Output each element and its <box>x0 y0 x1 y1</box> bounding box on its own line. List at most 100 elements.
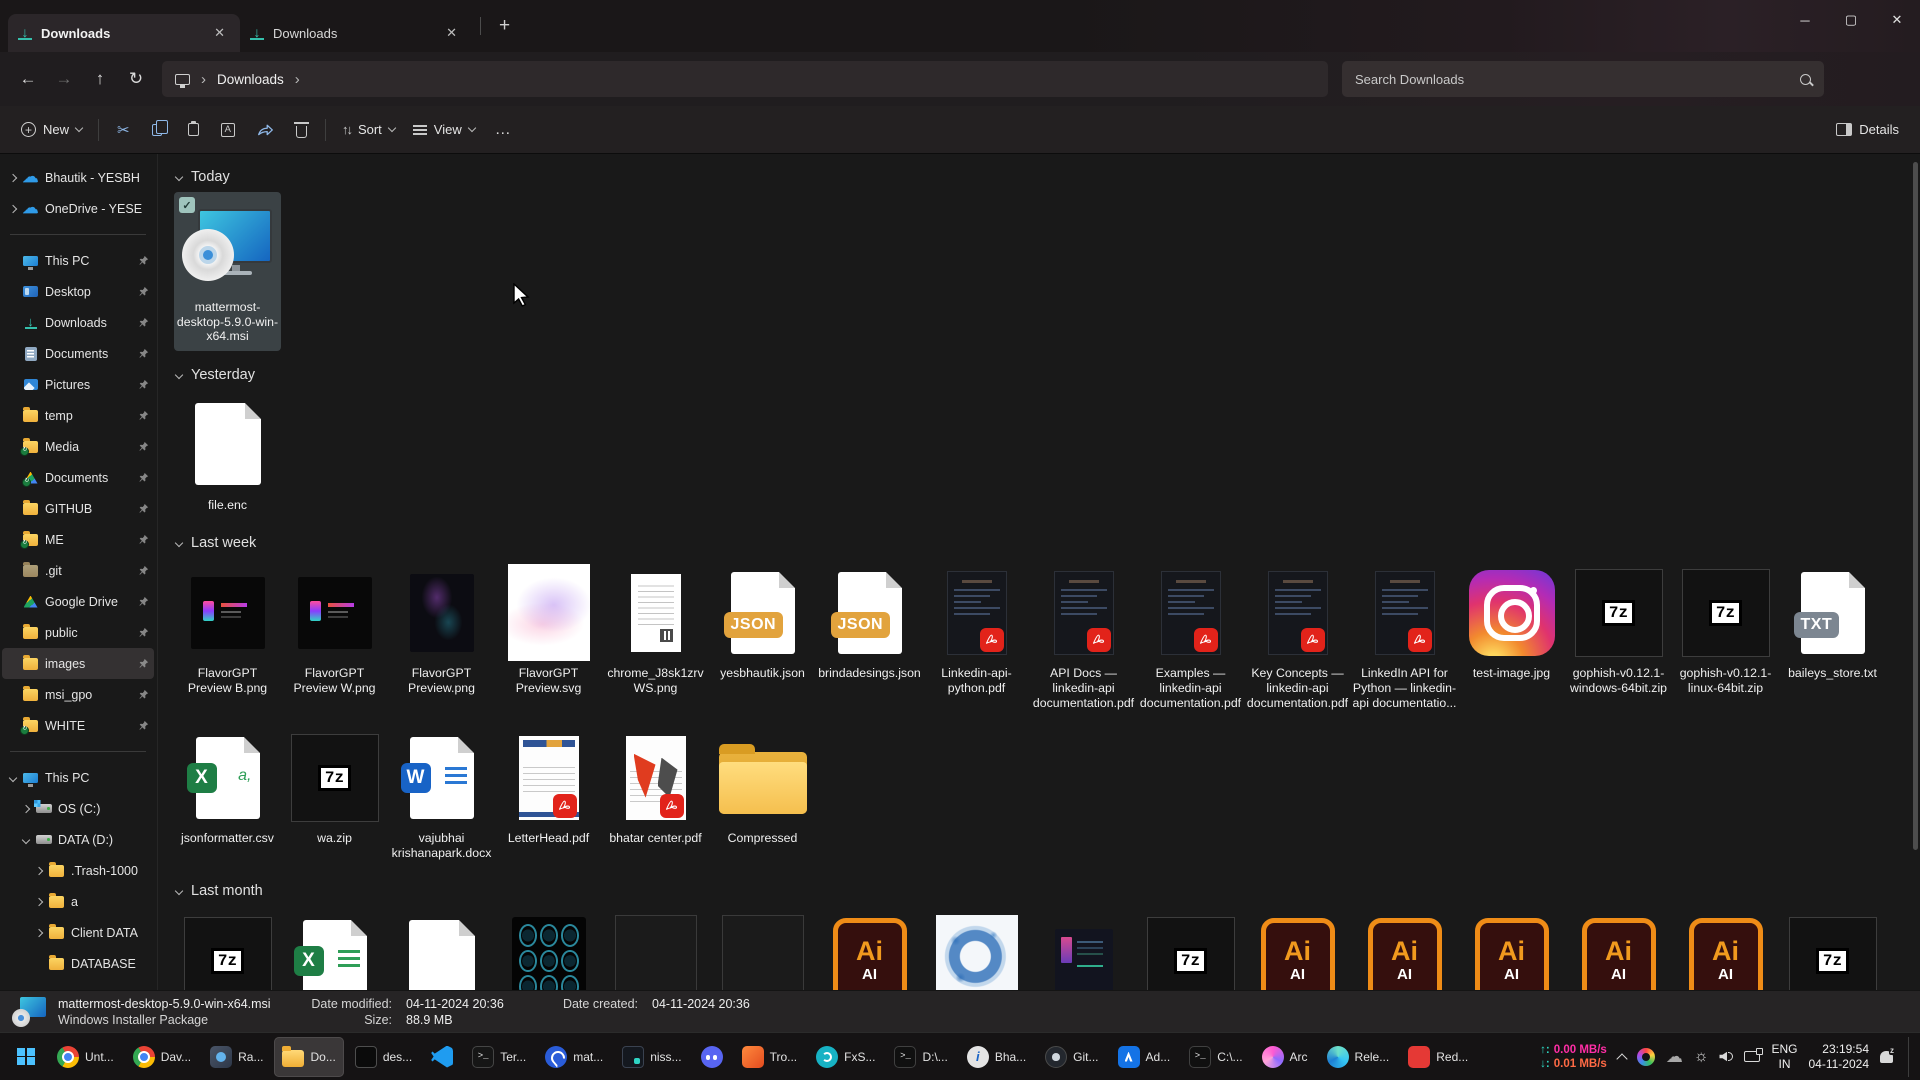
file-tile-key-concepts-linkedin-api-documentation-pdf[interactable]: Key Concepts — linkedin-api documentatio… <box>1244 558 1351 717</box>
sidebar-item-downloads[interactable]: ↓Downloads <box>2 307 154 338</box>
taskbar-app-do[interactable]: Do... <box>274 1037 343 1077</box>
group-header-last-month[interactable]: Last month <box>176 883 1914 899</box>
file-tile-m2m377xc-png[interactable]: m2m377xc.png <box>923 906 1030 990</box>
search-input[interactable]: Search Downloads <box>1342 61 1824 97</box>
file-tile-compressed[interactable]: Compressed <box>709 723 816 867</box>
taskbar-app-git[interactable]: Git... <box>1037 1037 1106 1077</box>
file-tile-vajubhai-krishanapark-docx[interactable]: Wvajubhai krishanapark.docx <box>388 723 495 867</box>
file-tile-linkedin-api-for-python-linkedin-api-documentatio[interactable]: LinkedIn API for Python — linkedin-api d… <box>1351 558 1458 717</box>
taskbar-app-arc[interactable]: Arc <box>1254 1037 1316 1077</box>
sidebar-item-database[interactable]: DATABASE <box>2 948 154 979</box>
breadcrumb[interactable]: Downloads <box>217 72 284 87</box>
file-tile-group-37-png[interactable]: Group 37.png <box>495 906 602 990</box>
tab-downloads-inactive[interactable]: ↓ Downloads ✕ <box>240 14 472 52</box>
group-header-today[interactable]: Today <box>176 169 1914 185</box>
sidebar-item-documents[interactable]: Documents <box>2 338 154 369</box>
sidebar-item-documents[interactable]: Documents <box>2 462 154 493</box>
file-tile-examples-linkedin-api-documentation-pdf[interactable]: Examples — linkedin-api documentation.pd… <box>1137 558 1244 717</box>
file-tile-adobestock-594399656-copy-ai[interactable]: AiAIAdobeStock_594399656 - Copy.ai <box>1565 906 1672 990</box>
file-tile-rectangle-6-png[interactable]: Rectangle 6.png <box>602 906 709 990</box>
chevron-right-icon[interactable] <box>9 204 17 212</box>
sidebar-item-public[interactable]: public <box>2 617 154 648</box>
file-tile-voucher-xlsx[interactable]: Xvoucher.xlsx <box>281 906 388 990</box>
vertical-scrollbar[interactable] <box>1913 162 1918 850</box>
clock[interactable]: 23:19:54 04-11-2024 <box>1809 1042 1870 1071</box>
rename-button[interactable]: A <box>210 115 246 145</box>
file-tile-adobestock-684401528-ai[interactable]: AiAIAdobeStock_684401528.ai <box>1458 906 1565 990</box>
details-pane-button[interactable]: Details <box>1827 114 1908 145</box>
taskbar-app-rele[interactable]: Rele... <box>1319 1037 1398 1077</box>
arc-tray-icon[interactable] <box>1637 1048 1655 1066</box>
sidebar-item-data-d[interactable]: DATA (D:) <box>2 824 154 855</box>
delete-button[interactable] <box>285 114 318 146</box>
back-button[interactable]: ← <box>10 62 46 96</box>
file-tile-yesbhautik-json[interactable]: JSONyesbhautik.json <box>709 558 816 717</box>
sidebar-item-white[interactable]: WHITE <box>2 710 154 741</box>
taskbar-app-red[interactable]: Red... <box>1400 1037 1476 1077</box>
file-tile-adobestock-594399656-converted-ai[interactable]: AiAIAdobeStock_594399656 [Converted].ai <box>816 906 923 990</box>
forward-button[interactable]: → <box>46 62 82 96</box>
cut-button[interactable]: ✂ <box>106 113 141 147</box>
network-display-icon[interactable] <box>1744 1051 1760 1062</box>
sidebar-item-a[interactable]: a <box>2 886 154 917</box>
sidebar-item-git[interactable]: .git <box>2 555 154 586</box>
sidebar-item-images[interactable]: images <box>2 648 154 679</box>
chevron-right-icon[interactable] <box>9 173 17 181</box>
file-tile-yashvidotdev-assignmentrepo-main-zip[interactable]: 7zyashvidotdev_AssignmentRepo-main.zip <box>1137 906 1244 990</box>
more-options-button[interactable]: … <box>484 113 523 147</box>
taskbar-app-vscode[interactable] <box>423 1037 461 1077</box>
search-icon[interactable] <box>1800 74 1811 85</box>
taskbar-app-unt[interactable]: Unt... <box>49 1037 122 1077</box>
sidebar-item-pictures[interactable]: Pictures <box>2 369 154 400</box>
sidebar-item-google-drive[interactable]: Google Drive <box>2 586 154 617</box>
new-button[interactable]: + New <box>12 114 91 145</box>
refresh-button[interactable]: ↻ <box>118 62 154 96</box>
tab-downloads-active[interactable]: ↓ Downloads ✕ <box>8 14 240 52</box>
taskbar-app-niss[interactable]: niss... <box>614 1037 689 1077</box>
taskbar-app-ter[interactable]: >_Ter... <box>464 1037 534 1077</box>
checkbox-checked-icon[interactable]: ✓ <box>179 197 195 213</box>
taskbar-app-tro[interactable]: Tro... <box>734 1037 806 1077</box>
file-tile-document-zip[interactable]: 7zDOCUMENT.zip <box>1779 906 1886 990</box>
sidebar-item-client-data[interactable]: Client DATA <box>2 917 154 948</box>
copy-button[interactable] <box>141 116 177 144</box>
sidebar-item-temp[interactable]: temp <box>2 400 154 431</box>
chevron-right-icon[interactable] <box>35 897 43 905</box>
file-tile-brindadesings-json[interactable]: JSONbrindadesings.json <box>816 558 923 717</box>
onedrive-tray-icon[interactable]: ☁ <box>1666 1050 1683 1064</box>
file-tile-wa-zip[interactable]: 7zwa.zip <box>281 723 388 867</box>
share-button[interactable] <box>246 114 285 145</box>
sidebar-item-me[interactable]: ME <box>2 524 154 555</box>
file-tile-saveweb2zip-com-www-harness-io-zip[interactable]: 7zsaveweb2zip-com-www-harness-io.zip <box>174 906 281 990</box>
file-list-area[interactable]: Today✓mattermost-desktop-5.9.0-win-x64.m… <box>158 154 1920 990</box>
file-tile-api-docs-linkedin-api-documentation-pdf[interactable]: API Docs — linkedin-api documentation.pd… <box>1030 558 1137 717</box>
taskbar-app-dav[interactable]: Dav... <box>125 1037 199 1077</box>
close-button[interactable]: ✕ <box>1874 0 1920 40</box>
tab-close-icon[interactable]: ✕ <box>441 23 462 43</box>
taskbar-app-mat[interactable]: mat... <box>537 1037 611 1077</box>
up-button[interactable]: ↑ <box>82 62 118 96</box>
new-tab-button[interactable]: + <box>489 15 520 37</box>
file-tile-letterhead-pdf[interactable]: LetterHead.pdf <box>495 723 602 867</box>
file-tile-homem-aranha-cdr[interactable]: Homem_Aranha.cdr <box>388 906 495 990</box>
file-tile-bhatar-center-pdf[interactable]: bhatar center.pdf <box>602 723 709 867</box>
address-bar[interactable]: › Downloads › <box>162 61 1328 97</box>
file-tile-jsonformatter-csv[interactable]: Xa,jsonformatter.csv <box>174 723 281 867</box>
taskbar-app-bha[interactable]: iBha... <box>959 1037 1034 1077</box>
taskbar-app-des[interactable]: des... <box>347 1037 420 1077</box>
chevron-right-icon[interactable] <box>22 804 30 812</box>
file-tile-baileys-store-txt[interactable]: TXTbaileys_store.txt <box>1779 558 1886 717</box>
taskbar-app-fxs[interactable]: FxS... <box>808 1037 883 1077</box>
taskbar-app-ra[interactable]: Ra... <box>202 1037 271 1077</box>
file-tile-flavorgpt-preview-svg[interactable]: FlavorGPT Preview.svg <box>495 558 602 717</box>
chevron-right-icon[interactable]: › <box>295 71 300 88</box>
start-button[interactable] <box>6 1037 46 1077</box>
chevron-down-icon[interactable] <box>175 371 183 379</box>
language-indicator[interactable]: ENG IN <box>1771 1042 1797 1071</box>
network-speed-monitor[interactable]: ↑:0.00 MB/s ↓:0.01 MB/s <box>1540 1043 1607 1071</box>
tray-overflow-chevron-icon[interactable] <box>1616 1053 1627 1064</box>
minimize-button[interactable]: ─ <box>1782 0 1828 40</box>
chevron-down-icon[interactable] <box>175 887 183 895</box>
file-tile-linkedin-api-python-pdf[interactable]: Linkedin-api-python.pdf <box>923 558 1030 717</box>
brightness-icon[interactable]: ☼ <box>1694 1048 1709 1066</box>
